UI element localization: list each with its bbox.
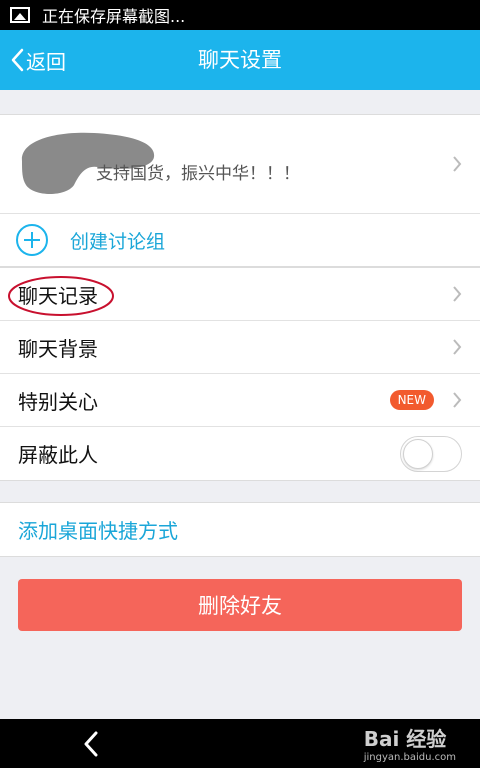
block-user-row: 屏蔽此人 [0,427,480,480]
status-text: 正在保存屏幕截图... [42,7,186,26]
new-badge: NEW [389,390,434,410]
watermark-brand: Bai 经验 [363,727,447,751]
chevron-right-icon [453,286,462,302]
toggle-knob [403,438,433,469]
shortcut-group: 添加桌面快捷方式 [0,502,480,557]
back-key-icon[interactable] [82,731,100,757]
profile-group: 支持国货，振兴中华！！！ 创建讨论组 [0,114,480,267]
watermark-url: jingyan.baidu.com [363,752,456,763]
system-nav-bar: Bai 经验 jingyan.baidu.com [0,719,480,768]
annotation-ellipse [8,276,114,316]
profile-signature: 支持国货，振兴中华！！！ [96,164,300,184]
create-group-label: 创建讨论组 [70,230,166,253]
delete-friend-button[interactable]: 删除好友 [18,579,462,631]
chevron-right-icon [453,392,462,408]
add-shortcut-label: 添加桌面快捷方式 [18,519,178,543]
chat-background-row[interactable]: 聊天背景 [0,321,480,374]
special-care-label: 特别关心 [18,389,98,414]
profile-row[interactable]: 支持国货，振兴中华！！！ [0,115,480,214]
plus-circle-icon [16,224,48,256]
nav-bar: 返回 聊天设置 [0,30,480,90]
block-user-toggle[interactable] [400,435,462,472]
page-title: 聊天设置 [198,48,282,72]
watermark: Bai 经验 jingyan.baidu.com [364,723,456,763]
status-bar: 正在保存屏幕截图... [0,0,480,30]
special-care-row[interactable]: 特别关心 NEW [0,374,480,427]
chevron-right-icon [453,156,462,172]
chevron-right-icon [453,339,462,355]
image-icon [10,7,30,23]
chat-background-label: 聊天背景 [18,336,98,361]
block-user-label: 屏蔽此人 [18,443,98,467]
create-group-row[interactable]: 创建讨论组 [0,214,480,266]
add-shortcut-row[interactable]: 添加桌面快捷方式 [0,503,480,556]
